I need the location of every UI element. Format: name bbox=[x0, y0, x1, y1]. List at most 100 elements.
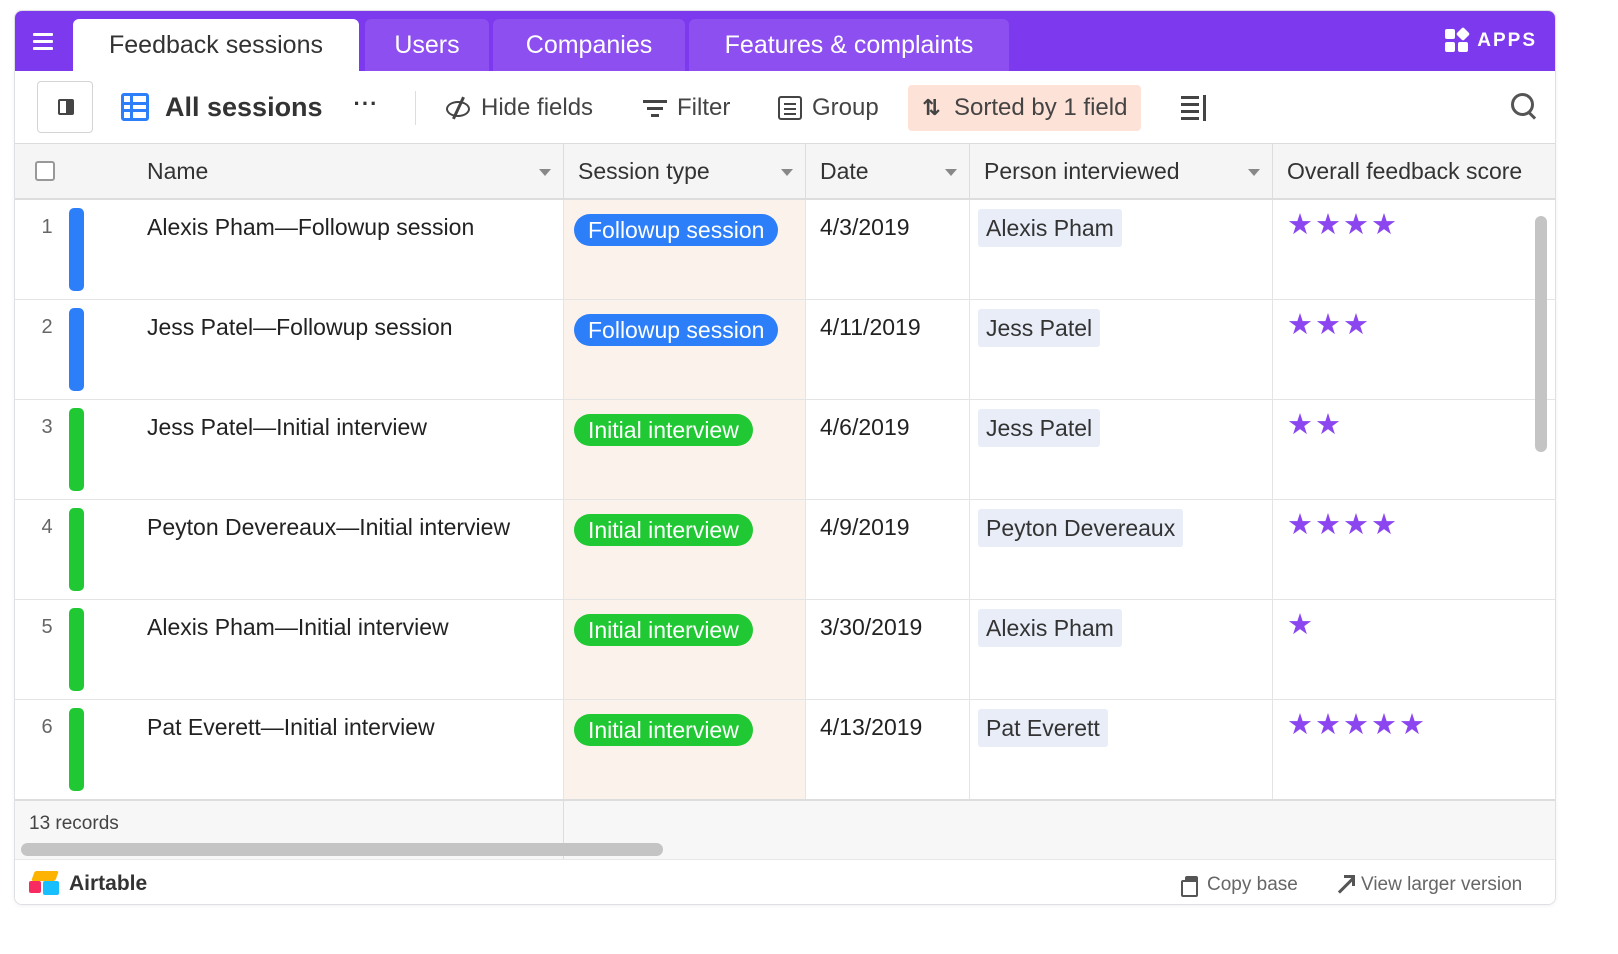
cell-name[interactable]: Alexis Pham—Followup session bbox=[133, 200, 564, 299]
star-icon: ★ bbox=[1343, 709, 1369, 741]
airtable-brand-link[interactable]: Airtable bbox=[29, 870, 147, 898]
sort-label: Sorted by 1 field bbox=[954, 94, 1128, 121]
chevron-down-icon[interactable] bbox=[539, 169, 551, 176]
cell-session-type[interactable]: Initial interview bbox=[564, 500, 806, 599]
horizontal-scrollbar[interactable] bbox=[21, 843, 663, 856]
sort-button[interactable]: ⇅ Sorted by 1 field bbox=[908, 85, 1142, 131]
group-label: Group bbox=[812, 94, 879, 121]
cell-date[interactable]: 4/9/2019 bbox=[806, 500, 970, 599]
table-row[interactable]: 4 Peyton Devereaux—Initial interview Initi… bbox=[15, 500, 1555, 600]
column-header-score[interactable]: Overall feedback score bbox=[1273, 144, 1555, 198]
column-header-person-label: Person interviewed bbox=[984, 158, 1180, 184]
sidebar-toggle-button[interactable] bbox=[37, 81, 93, 133]
cell-rating[interactable]: ★ ★ ★ ★ bbox=[1273, 200, 1555, 299]
row-height-icon[interactable] bbox=[1181, 93, 1209, 121]
table-row[interactable]: 2 Jess Patel—Followup session Followup ses… bbox=[15, 300, 1555, 400]
table-row[interactable]: 3 Jess Patel—Initial interview Initial int… bbox=[15, 400, 1555, 500]
cell-date[interactable]: 4/13/2019 bbox=[806, 700, 970, 799]
star-icon: ★ bbox=[1371, 209, 1397, 241]
cell-date[interactable]: 3/30/2019 bbox=[806, 600, 970, 699]
star-icon: ★ bbox=[1315, 309, 1341, 341]
linked-record-chip[interactable]: Peyton Devereaux bbox=[978, 509, 1184, 547]
cell-session-type[interactable]: Initial interview bbox=[564, 700, 806, 799]
group-icon bbox=[778, 96, 802, 120]
grid-view-icon bbox=[121, 93, 149, 121]
cell-rating[interactable]: ★ bbox=[1273, 600, 1555, 699]
cell-date[interactable]: 4/6/2019 bbox=[806, 400, 970, 499]
tab-users[interactable]: Users bbox=[365, 19, 489, 71]
records-grid: Name Session type Date Person interviewe… bbox=[15, 144, 1555, 799]
row-color-indicator bbox=[69, 608, 84, 691]
linked-record-chip[interactable]: Jess Patel bbox=[978, 409, 1101, 447]
tab-companies[interactable]: Companies bbox=[493, 19, 685, 71]
cell-date[interactable]: 4/3/2019 bbox=[806, 200, 970, 299]
cell-name[interactable]: Jess Patel—Initial interview bbox=[133, 400, 564, 499]
cell-name[interactable]: Pat Everett—Initial interview bbox=[133, 700, 564, 799]
search-icon[interactable] bbox=[1509, 91, 1539, 121]
view-name-label: All sessions bbox=[165, 91, 323, 122]
cell-rating[interactable]: ★ ★ bbox=[1273, 400, 1555, 499]
session-type-pill: Initial interview bbox=[574, 514, 753, 546]
linked-record-chip[interactable]: Pat Everett bbox=[978, 709, 1108, 747]
linked-record-chip[interactable]: Jess Patel bbox=[978, 309, 1101, 347]
column-header-date[interactable]: Date bbox=[806, 144, 970, 198]
table-row[interactable]: 6 Pat Everett—Initial interview Initial in… bbox=[15, 700, 1555, 799]
cell-session-type[interactable]: Followup session bbox=[564, 200, 806, 299]
view-larger-label: View larger version bbox=[1361, 874, 1523, 895]
row-color-indicator bbox=[69, 208, 84, 291]
column-header-name[interactable]: Name bbox=[133, 144, 564, 198]
star-rating: ★ bbox=[1287, 610, 1555, 640]
table-row[interactable]: 1 Alexis Pham—Followup session Followup se… bbox=[15, 200, 1555, 300]
column-header-date-label: Date bbox=[820, 158, 869, 184]
view-more-button[interactable]: ··· bbox=[351, 91, 381, 121]
row-number: 1 bbox=[41, 216, 53, 238]
apps-icon bbox=[1445, 26, 1471, 53]
star-icon: ★ bbox=[1371, 709, 1397, 741]
chevron-down-icon[interactable] bbox=[1248, 169, 1260, 176]
cell-rating[interactable]: ★ ★ ★ bbox=[1273, 300, 1555, 399]
group-button[interactable]: Group bbox=[778, 89, 879, 127]
cell-person[interactable]: Alexis Pham bbox=[970, 200, 1273, 299]
cell-session-type[interactable]: Followup session bbox=[564, 300, 806, 399]
tab-features-complaints[interactable]: Features & complaints bbox=[689, 19, 1009, 71]
cell-rating[interactable]: ★ ★ ★ ★ ★ bbox=[1273, 700, 1555, 799]
hide-fields-button[interactable]: Hide fields bbox=[445, 89, 593, 127]
cell-session-type[interactable]: Initial interview bbox=[564, 600, 806, 699]
cell-name[interactable]: Jess Patel—Followup session bbox=[133, 300, 564, 399]
chevron-down-icon[interactable] bbox=[781, 169, 793, 176]
table-row[interactable]: 5 Alexis Pham—Initial interview Initial in… bbox=[15, 600, 1555, 700]
column-header-person[interactable]: Person interviewed bbox=[970, 144, 1273, 198]
filter-button[interactable]: Filter bbox=[643, 89, 730, 127]
row-number: 6 bbox=[41, 716, 53, 738]
hamburger-menu-icon[interactable] bbox=[29, 29, 59, 55]
session-type-pill: Followup session bbox=[574, 314, 779, 346]
cell-person[interactable]: Jess Patel bbox=[970, 300, 1273, 399]
select-all-checkbox[interactable] bbox=[35, 161, 55, 181]
cell-person[interactable]: Alexis Pham bbox=[970, 600, 1273, 699]
cell-person[interactable]: Jess Patel bbox=[970, 400, 1273, 499]
vertical-scrollbar[interactable] bbox=[1535, 216, 1547, 452]
chevron-down-icon[interactable] bbox=[945, 169, 957, 176]
linked-record-chip[interactable]: Alexis Pham bbox=[978, 209, 1122, 247]
cell-session-type[interactable]: Initial interview bbox=[564, 400, 806, 499]
column-header-session-type[interactable]: Session type bbox=[564, 144, 806, 198]
star-rating: ★ ★ ★ ★ bbox=[1287, 210, 1555, 240]
apps-button[interactable]: APPS bbox=[1445, 26, 1537, 56]
cell-date[interactable]: 4/11/2019 bbox=[806, 300, 970, 399]
tab-feedback-sessions[interactable]: Feedback sessions bbox=[73, 19, 359, 71]
linked-record-chip[interactable]: Alexis Pham bbox=[978, 609, 1122, 647]
toolbar-divider bbox=[415, 91, 416, 125]
star-icon: ★ bbox=[1315, 209, 1341, 241]
cell-rating[interactable]: ★ ★ ★ ★ bbox=[1273, 500, 1555, 599]
cell-person[interactable]: Pat Everett bbox=[970, 700, 1273, 799]
cell-person[interactable]: Peyton Devereaux bbox=[970, 500, 1273, 599]
row-number: 3 bbox=[41, 416, 53, 438]
cell-name[interactable]: Peyton Devereaux—Initial interview bbox=[133, 500, 564, 599]
view-switcher[interactable]: All sessions bbox=[121, 89, 323, 125]
copy-base-link[interactable]: Copy base bbox=[1181, 873, 1298, 897]
view-larger-link[interactable]: View larger version bbox=[1335, 873, 1522, 897]
airtable-logo-icon bbox=[29, 871, 61, 897]
filter-label: Filter bbox=[677, 94, 731, 121]
column-header-name-label: Name bbox=[147, 158, 209, 184]
cell-name[interactable]: Alexis Pham—Initial interview bbox=[133, 600, 564, 699]
